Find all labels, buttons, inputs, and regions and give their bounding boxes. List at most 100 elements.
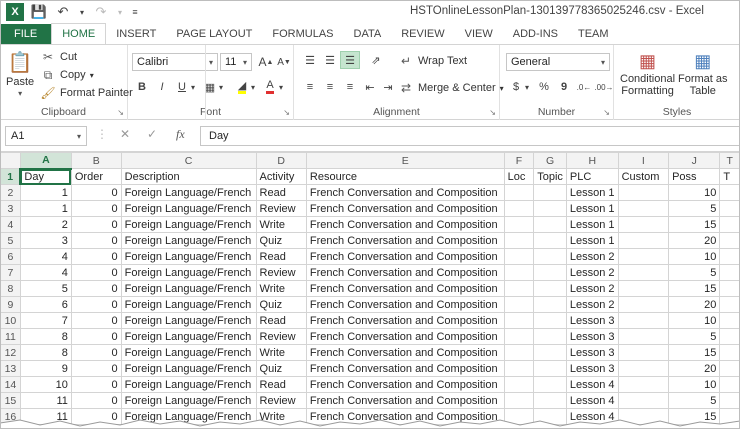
column-header[interactable]: I [617, 152, 670, 169]
cell[interactable] [719, 216, 740, 233]
cell-a1[interactable]: Day [19, 168, 72, 185]
wrap-text-button[interactable]: ↵ Wrap Text [398, 53, 467, 69]
cell[interactable] [503, 200, 535, 217]
cell[interactable]: Quiz [255, 232, 307, 249]
cell[interactable]: 0 [70, 200, 122, 217]
align-center-icon[interactable]: ≡ [320, 78, 340, 96]
cell[interactable]: 0 [70, 344, 122, 361]
cell[interactable] [533, 184, 567, 201]
cell[interactable] [719, 360, 740, 377]
cell[interactable]: Order [70, 168, 122, 185]
row-header[interactable]: 13 [0, 360, 21, 377]
column-header[interactable]: C [120, 152, 257, 169]
cell[interactable]: 0 [70, 184, 122, 201]
increase-decimal-icon[interactable]: .0← [574, 78, 594, 96]
cell[interactable] [503, 344, 535, 361]
cell[interactable] [533, 200, 567, 217]
cell[interactable]: 0 [70, 264, 122, 281]
cell[interactable] [533, 392, 567, 409]
cell[interactable] [503, 376, 535, 393]
cell[interactable]: Lesson 2 [565, 280, 619, 297]
cell[interactable]: Review [255, 392, 307, 409]
cancel-icon[interactable]: ✕ [120, 127, 130, 141]
cell[interactable] [719, 264, 740, 281]
cell[interactable]: Lesson 3 [565, 344, 619, 361]
cell[interactable]: 7 [19, 312, 72, 329]
cell[interactable]: Foreign Language/French [120, 184, 257, 201]
row-header[interactable]: 5 [0, 232, 21, 249]
cell[interactable]: Read [255, 248, 307, 265]
orientation-icon[interactable]: ⇗ [366, 51, 386, 69]
cell[interactable]: 0 [70, 312, 122, 329]
cell[interactable]: Foreign Language/French [120, 216, 257, 233]
font-size-select[interactable]: 11 ▾ [220, 53, 252, 71]
cell[interactable]: 10 [668, 376, 721, 393]
cell[interactable] [533, 312, 567, 329]
cell[interactable]: Read [255, 312, 307, 329]
tab-data[interactable]: DATA [344, 24, 392, 44]
column-header[interactable]: T [719, 152, 740, 169]
cell[interactable] [533, 376, 567, 393]
cell[interactable]: 3 [19, 232, 72, 249]
tab-team[interactable]: TEAM [568, 24, 619, 44]
cell[interactable] [719, 232, 740, 249]
cell[interactable]: French Conversation and Composition [305, 200, 505, 217]
cell[interactable]: 2 [19, 216, 72, 233]
column-header[interactable]: E [305, 152, 505, 169]
enter-icon[interactable]: ✓ [147, 127, 157, 141]
cell[interactable]: 4 [19, 264, 72, 281]
cell[interactable]: 9 [19, 360, 72, 377]
cell[interactable] [617, 232, 670, 249]
cell[interactable]: 11 [19, 392, 72, 409]
cell[interactable] [617, 328, 670, 345]
cell[interactable]: 4 [19, 248, 72, 265]
insert-function-icon[interactable]: fx [176, 127, 185, 142]
cell[interactable] [533, 296, 567, 313]
cell[interactable] [533, 248, 567, 265]
cell[interactable]: 8 [19, 344, 72, 361]
cell[interactable]: 0 [70, 232, 122, 249]
cell[interactable]: 10 [668, 312, 721, 329]
row-header[interactable]: 2 [0, 184, 21, 201]
cell[interactable] [533, 360, 567, 377]
cell[interactable]: Foreign Language/French [120, 376, 257, 393]
cell[interactable] [617, 216, 670, 233]
column-header[interactable]: B [70, 152, 122, 169]
cell[interactable]: 5 [19, 280, 72, 297]
cell[interactable]: Foreign Language/French [120, 312, 257, 329]
fill-color-dropdown-icon[interactable]: ▾ [248, 78, 258, 96]
cell[interactable]: Topic [533, 168, 567, 185]
cell[interactable] [503, 264, 535, 281]
cell[interactable]: 0 [70, 328, 122, 345]
cell[interactable] [719, 200, 740, 217]
borders-dropdown-icon[interactable]: ▾ [216, 78, 226, 96]
cell[interactable] [503, 248, 535, 265]
undo-dropdown-icon[interactable]: ▾ [78, 3, 86, 21]
cell[interactable]: Lesson 3 [565, 360, 619, 377]
row-header[interactable]: 1 [0, 168, 22, 185]
cell[interactable] [503, 232, 535, 249]
align-left-icon[interactable]: ≡ [300, 78, 320, 96]
cell[interactable]: French Conversation and Composition [305, 392, 505, 409]
cell[interactable]: Lesson 3 [565, 312, 619, 329]
cell[interactable] [503, 328, 535, 345]
tab-home[interactable]: HOME [51, 23, 107, 44]
cell[interactable]: 10 [19, 376, 72, 393]
cell[interactable]: Foreign Language/French [120, 392, 257, 409]
redo-dropdown-icon[interactable]: ▾ [116, 3, 124, 21]
row-header[interactable]: 12 [0, 344, 21, 361]
cell[interactable]: Lesson 1 [565, 232, 619, 249]
cell[interactable] [719, 328, 740, 345]
cell[interactable]: Lesson 1 [565, 216, 619, 233]
column-header[interactable]: J [668, 152, 721, 169]
cell[interactable]: Review [255, 264, 307, 281]
cell[interactable]: 20 [668, 232, 721, 249]
cell[interactable] [617, 200, 670, 217]
merge-center-button[interactable]: ⇄ Merge & Center ▾ [398, 80, 504, 96]
column-header[interactable]: F [503, 152, 535, 169]
number-launcher-icon[interactable]: ↘ [603, 108, 610, 117]
cell[interactable]: 0 [70, 360, 122, 377]
cell[interactable] [719, 280, 740, 297]
cell[interactable] [617, 248, 670, 265]
cell[interactable]: 0 [70, 280, 122, 297]
